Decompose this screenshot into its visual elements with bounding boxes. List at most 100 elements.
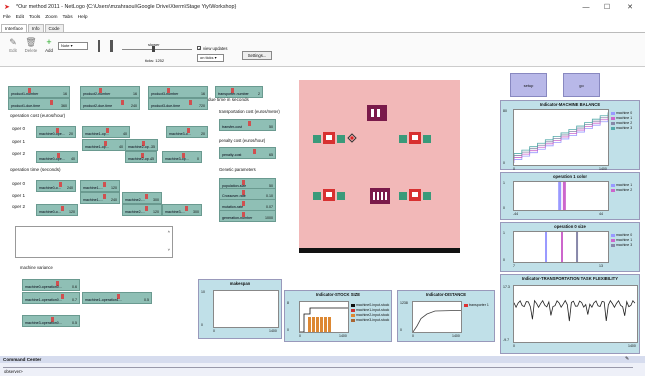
- slider-knob[interactable]: [60, 206, 64, 211]
- plot-xmax: 1400: [452, 334, 460, 338]
- slider[interactable]: machine1-op... 40: [82, 139, 126, 151]
- scroll-up-icon[interactable]: ˄: [168, 229, 170, 234]
- slider[interactable]: machine2-... 300: [122, 192, 162, 204]
- slider-knob[interactable]: [252, 149, 256, 154]
- slider[interactable]: product2-due-time 240: [80, 98, 140, 110]
- slider[interactable]: machine2-op... 35: [125, 139, 158, 151]
- widget-type-select[interactable]: Note ▾: [58, 42, 88, 50]
- slider-knob[interactable]: [61, 294, 65, 299]
- slider[interactable]: product3-due-time 720: [148, 98, 208, 110]
- world-view[interactable]: [299, 80, 460, 253]
- plot-stock[interactable]: Indicator-STOCK SIZE 8 0 0 1400 machine0-inpu…: [284, 290, 392, 342]
- slider-knob[interactable]: [50, 100, 54, 105]
- slider-value: 1000: [265, 216, 273, 220]
- menu-tabs[interactable]: Tabs: [62, 15, 72, 20]
- menu-edit[interactable]: Edit: [16, 15, 24, 20]
- slider-label: machine0-o...: [39, 210, 61, 214]
- legend-swatch: [611, 126, 615, 130]
- slider[interactable]: product3-number 16: [148, 86, 208, 98]
- menu-file[interactable]: File: [3, 15, 11, 20]
- slider-knob[interactable]: [103, 182, 107, 187]
- go-button[interactable]: go: [563, 73, 600, 97]
- plot-title: Indicator-TRANSPORTATION TASK FLEXIBILIT…: [521, 276, 619, 281]
- plot-ymin: 0: [503, 258, 505, 262]
- slider-knob[interactable]: [188, 100, 192, 105]
- view-updates-checkbox[interactable]: ✓: [197, 46, 201, 51]
- settings-button[interactable]: Settings...: [242, 51, 272, 60]
- plot-size[interactable]: operation 0 size 1 0 7 13 machine 0 machine 1m…: [500, 222, 640, 272]
- menu-tools[interactable]: Tools: [29, 15, 40, 20]
- edit-button[interactable]: ✎ Edit: [6, 37, 20, 53]
- legend-label: machine 3: [616, 243, 633, 247]
- tab-interface[interactable]: Interface: [1, 24, 27, 32]
- slider[interactable]: machine0-operation0... 0.6: [22, 279, 80, 291]
- slider[interactable]: product1-due-time 360: [8, 98, 70, 110]
- menu-zoom[interactable]: Zoom: [45, 15, 57, 20]
- command-input[interactable]: observer>: [3, 367, 633, 374]
- slider[interactable]: machine2-... 120: [122, 204, 162, 216]
- slider-value: 50: [269, 125, 273, 129]
- plot-distance[interactable]: Indicator-DISTANCE 1238 0 0 1400 transporter …: [397, 290, 495, 342]
- slider-knob[interactable]: [145, 194, 149, 199]
- scroll-down-icon[interactable]: ˅: [168, 247, 170, 252]
- plot-xmax: 44: [599, 212, 603, 216]
- output-area[interactable]: ˄ ˅: [15, 226, 173, 258]
- tab-code[interactable]: Code: [44, 24, 64, 32]
- slider-label: machine3-op...: [165, 157, 189, 161]
- slider-label: machine3-o...: [169, 132, 191, 136]
- slider[interactable]: generation-number 1000: [219, 210, 276, 222]
- slider[interactable]: machine3-... 300: [162, 204, 202, 216]
- slider[interactable]: machine3-operation0... 0.5: [22, 315, 80, 327]
- maximize-button[interactable]: ☐: [597, 2, 617, 13]
- slider[interactable]: machine1-operation0... 0.7: [22, 292, 80, 304]
- plot-color[interactable]: operation 1 color 1 0 -44 44 machine 1 machine…: [500, 172, 640, 220]
- slider-knob[interactable]: [145, 206, 149, 211]
- slider[interactable]: machine0-o... 120: [36, 204, 78, 216]
- slider[interactable]: machine1-op... 40: [82, 126, 130, 138]
- plot-title: Indicator-STOCK SIZE: [315, 292, 361, 297]
- slider-label: product2-number: [83, 92, 111, 96]
- plot-xmax: 1400: [599, 167, 607, 171]
- speed-slider-knob[interactable]: [152, 46, 155, 52]
- plot-makespan[interactable]: makespan 10 0 0 1400: [198, 279, 282, 339]
- slider-knob[interactable]: [185, 206, 189, 211]
- setup-button[interactable]: setup: [510, 73, 547, 97]
- netlogo-logo-icon: ➤: [4, 4, 10, 11]
- menu-help[interactable]: Help: [78, 15, 88, 20]
- plot-canvas: [513, 285, 638, 343]
- speed-slider-track[interactable]: [122, 49, 192, 50]
- slider[interactable]: machine1-... 120: [80, 180, 120, 192]
- plot-flex[interactable]: Indicator-TRANSPORTATION TASK FLEXIBILIT…: [500, 274, 640, 354]
- plot-balance[interactable]: Indicator-MACHINE BALANCE 80 0 0 1400 machine…: [500, 100, 640, 171]
- slider-value: 240: [67, 186, 73, 190]
- slider[interactable]: machine1-operation1... 0.5: [82, 292, 152, 304]
- add-button[interactable]: + Add: [42, 37, 56, 53]
- slider[interactable]: transfer-cost 50: [219, 119, 276, 131]
- update-mode-select[interactable]: on ticks ▾: [197, 54, 224, 62]
- slider-knob[interactable]: [103, 194, 107, 199]
- slider[interactable]: machine0-ope... 20: [36, 126, 76, 138]
- slider[interactable]: machine0-ope... 40: [36, 151, 78, 163]
- slider[interactable]: penalty-cost 65: [219, 147, 276, 159]
- slider[interactable]: product2-number 16: [80, 86, 140, 98]
- slider[interactable]: machine3-op... 0: [162, 151, 202, 163]
- slider[interactable]: product1-number 16: [8, 86, 70, 98]
- slider[interactable]: machine0-o... 240: [36, 180, 76, 192]
- clear-icon[interactable]: ✎: [625, 356, 629, 362]
- tab-info[interactable]: Info: [27, 24, 44, 32]
- close-button[interactable]: ✕: [620, 2, 640, 13]
- slider[interactable]: machine1-... 240: [80, 192, 120, 204]
- minimize-button[interactable]: —: [576, 2, 596, 13]
- slider-knob[interactable]: [120, 100, 124, 105]
- slider[interactable]: machine2-op... 45: [125, 151, 157, 163]
- delete-button[interactable]: 🗑 Delete: [24, 37, 38, 53]
- legend-swatch: [351, 313, 355, 317]
- plot-xmax: 13: [599, 264, 603, 268]
- legend-item: machine 3: [611, 243, 632, 247]
- legend-item: machine 2: [611, 188, 632, 192]
- slider[interactable]: machine3-o... 20: [166, 126, 208, 138]
- legend-item: transporter 1: [464, 303, 489, 307]
- slider-label: penalty-cost: [222, 153, 242, 157]
- plot-canvas: [513, 109, 609, 166]
- slider-knob[interactable]: [247, 121, 251, 126]
